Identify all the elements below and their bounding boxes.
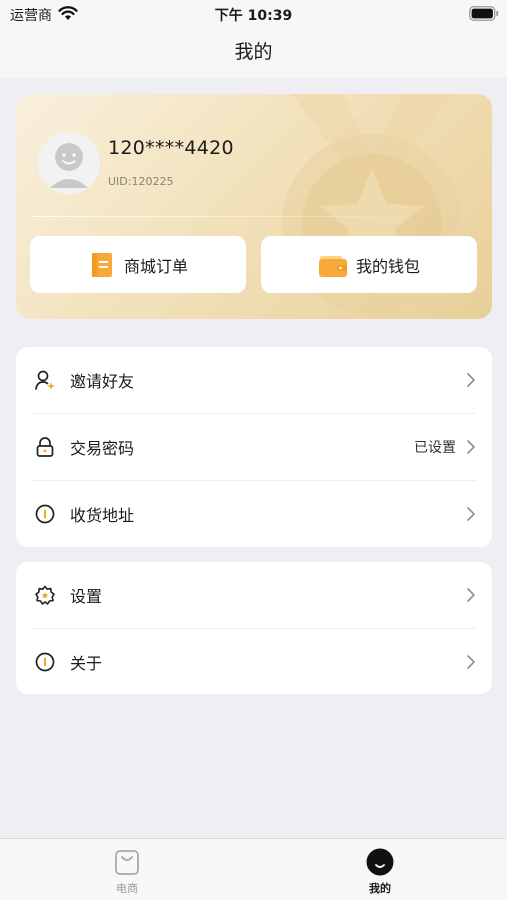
menu-item-invite-friends[interactable]: 邀请好友 (16, 347, 492, 413)
tab-mine[interactable]: 我的 (330, 839, 430, 900)
lock-icon (36, 437, 54, 457)
status-time: 下午 10:39 (214, 8, 293, 24)
mall-orders-label: 商城订单 (123, 256, 188, 276)
avatar[interactable] (38, 132, 100, 194)
menu-item-label: 邀请好友 (70, 372, 135, 391)
status-bar: 运营商 下午 10:39 (0, 0, 507, 28)
menu-item-trade-password[interactable]: 交易密码 已设置 (16, 414, 492, 480)
address-info-icon (35, 504, 55, 524)
mall-orders-button[interactable]: 商城订单 (30, 236, 246, 293)
tab-bar: 电商 我的 (0, 838, 507, 900)
chevron-right-icon (467, 588, 475, 602)
chevron-right-icon (467, 507, 475, 521)
menu-item-about[interactable]: 关于 (16, 629, 492, 695)
smile-face-icon (366, 848, 394, 876)
my-wallet-label: 我的钱包 (355, 256, 420, 276)
settings-flower-icon (35, 585, 55, 605)
default-avatar-icon (38, 132, 100, 194)
menu-item-settings[interactable]: 设置 (16, 562, 492, 628)
chevron-right-icon (467, 440, 475, 454)
menu-item-label: 关于 (70, 654, 103, 673)
user-uid: UID:120225 (108, 175, 174, 188)
chevron-right-icon (467, 655, 475, 669)
menu-group-account: 邀请好友 交易密码 已设置 收货地址 (16, 347, 492, 547)
menu-item-label: 收货地址 (70, 506, 135, 525)
chevron-right-icon (467, 373, 475, 387)
card-divider (32, 216, 402, 217)
about-info-icon (35, 652, 55, 672)
invite-user-icon (35, 370, 55, 390)
menu-item-shipping-address[interactable]: 收货地址 (16, 481, 492, 547)
trade-password-status: 已设置 (414, 440, 456, 456)
menu-group-app: 设置 关于 (16, 562, 492, 694)
tab-shop-label: 电商 (116, 882, 138, 895)
wallet-icon (318, 255, 347, 277)
tab-mine-label: 我的 (369, 882, 391, 895)
tab-shop[interactable]: 电商 (77, 839, 177, 900)
page-title: 我的 (234, 41, 273, 63)
order-document-icon (91, 252, 112, 277)
battery-icon (469, 6, 499, 21)
profile-card: 120****4420 UID:120225 商城订单 我的钱包 (16, 94, 492, 319)
menu-item-label: 设置 (70, 587, 103, 606)
user-phone: 120****4420 (108, 137, 234, 159)
my-wallet-button[interactable]: 我的钱包 (261, 236, 477, 293)
nav-bar: 我的 (0, 28, 507, 78)
menu-item-label: 交易密码 (70, 439, 135, 458)
shopping-bag-icon (115, 850, 139, 875)
